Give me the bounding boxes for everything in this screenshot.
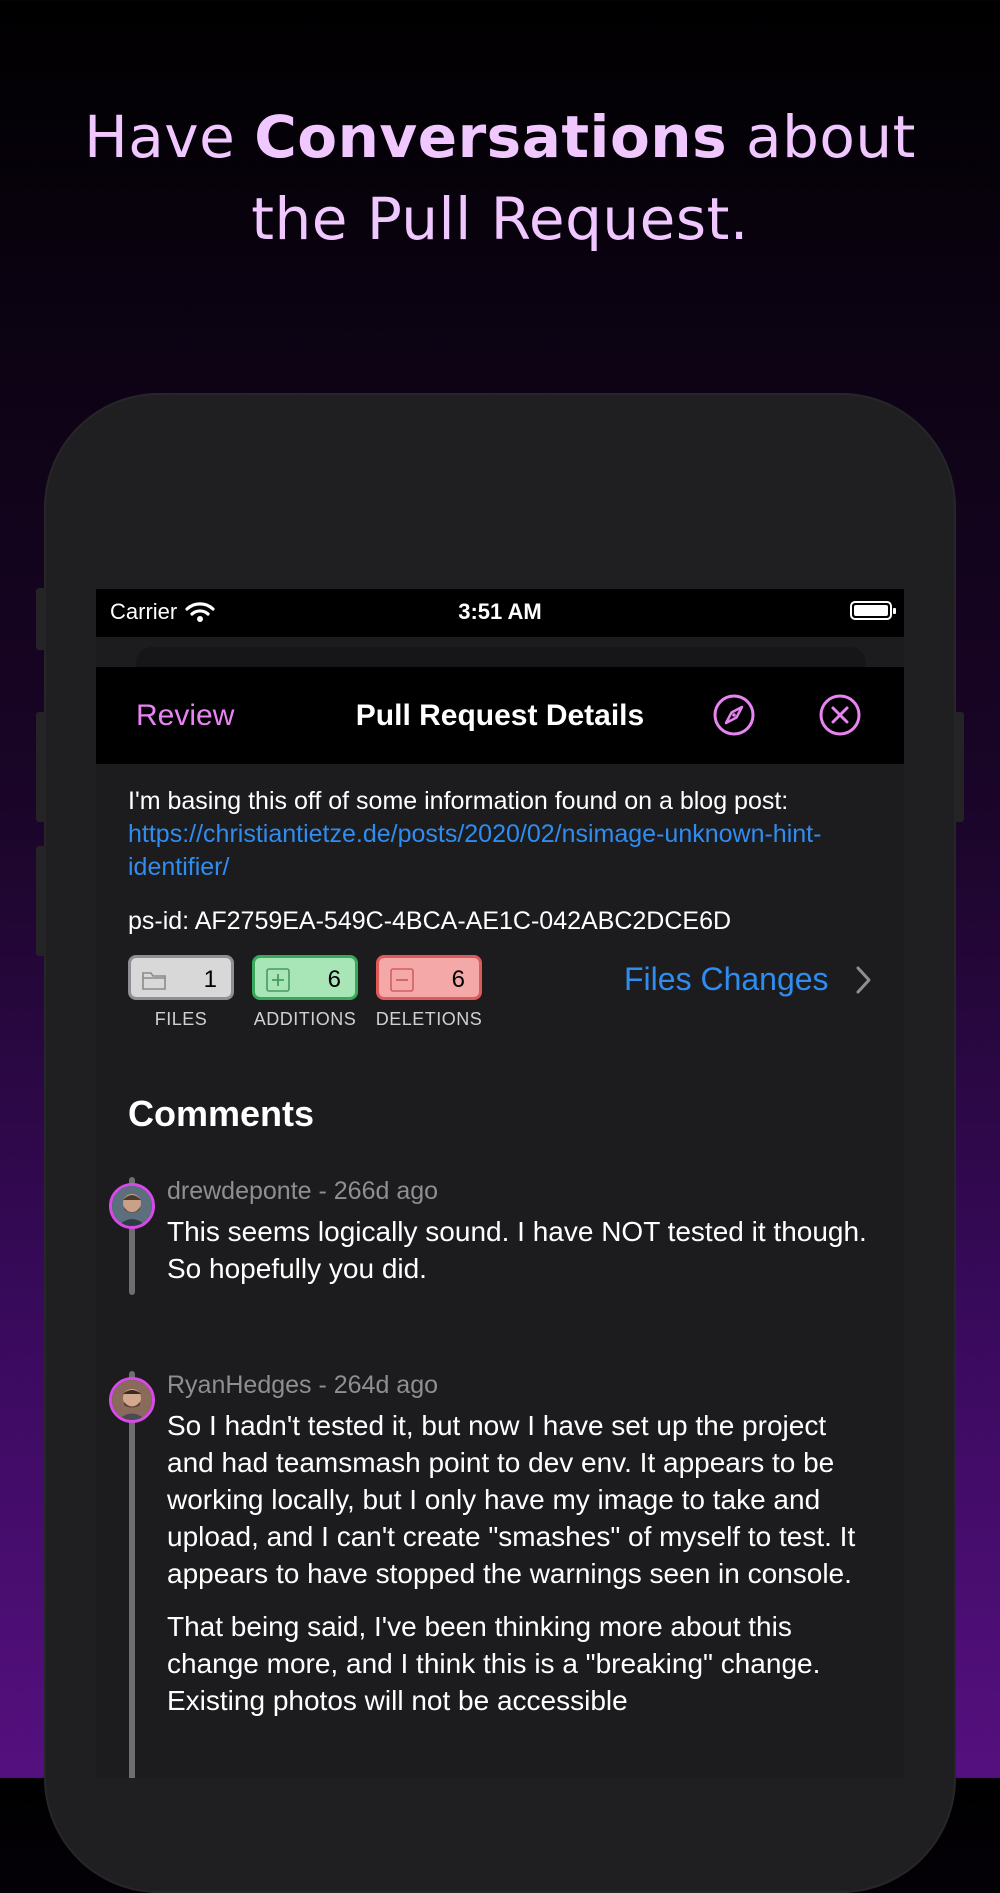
headline-pre: Have — [84, 103, 255, 171]
description-text: I'm basing this off of some information … — [128, 787, 789, 815]
additions-stat: 6 — [252, 955, 358, 1000]
comment-author-meta: RyanHedges - 264d ago — [167, 1371, 439, 1399]
status-bar: Carrier 3:51 AM — [96, 589, 904, 637]
files-count: 1 — [203, 966, 217, 993]
comment-thread-line — [129, 1371, 135, 1778]
page-title: Pull Request Details — [355, 699, 645, 732]
volume-down-button — [36, 846, 46, 956]
comments-heading: Comments — [128, 1093, 315, 1134]
folder-icon — [142, 972, 166, 990]
avatar-drewdeponte-icon — [112, 1186, 152, 1226]
app-screen: Carrier 3:51 AM Review Pull Request Deta… — [96, 589, 904, 1778]
chevron-right-icon[interactable] — [854, 964, 874, 996]
battery-icon — [850, 601, 896, 620]
power-button — [954, 712, 964, 822]
headline-line-2: the Pull Request. — [251, 185, 749, 253]
blog-post-link[interactable]: https://christiantietze.de/posts/2020/02… — [128, 820, 821, 881]
ps-id: ps-id: AF2759EA-549C-4BCA-AE1C-042ABC2DC… — [128, 907, 732, 935]
headline-line-1: Have Conversations about — [0, 96, 1000, 178]
close-circle-icon[interactable] — [818, 693, 862, 737]
minus-square-icon — [390, 968, 414, 992]
comment-paragraph: This seems logically sound. I have NOT t… — [167, 1216, 867, 1284]
additions-count: 6 — [327, 966, 341, 993]
headline-bold: Conversations — [254, 103, 728, 171]
deletions-stat: 6 — [376, 955, 482, 1000]
avatar-ryanhedges-icon — [112, 1380, 152, 1420]
pr-description: I'm basing this off of some information … — [128, 785, 848, 884]
headline: Have Conversations about the Pull Reques… — [0, 96, 1000, 260]
comment-body: So I hadn't tested it, but now I have se… — [167, 1407, 867, 1735]
headline-post: about — [727, 103, 916, 171]
avatar[interactable] — [109, 1377, 155, 1423]
plus-square-icon — [266, 968, 290, 992]
comment-paragraph: That being said, I've been thinking more… — [167, 1611, 821, 1716]
status-time: 3:51 AM — [458, 599, 542, 624]
navigation-bar: Review Pull Request Details — [96, 667, 904, 764]
compass-icon[interactable] — [712, 693, 756, 737]
comment-body: This seems logically sound. I have NOT t… — [167, 1213, 867, 1303]
files-changes-link[interactable]: Files Changes — [624, 961, 829, 998]
comment-author-meta: drewdeponte - 266d ago — [167, 1177, 439, 1205]
additions-label: ADDITIONS — [253, 1009, 357, 1029]
deletions-label: DELETIONS — [375, 1009, 483, 1029]
volume-up-button — [36, 712, 46, 822]
mute-switch — [36, 588, 46, 650]
deletions-count: 6 — [451, 966, 465, 993]
comment-paragraph: So I hadn't tested it, but now I have se… — [167, 1410, 856, 1589]
files-stat: 1 — [128, 955, 234, 1000]
avatar[interactable] — [109, 1183, 155, 1229]
files-label: FILES — [154, 1009, 208, 1029]
